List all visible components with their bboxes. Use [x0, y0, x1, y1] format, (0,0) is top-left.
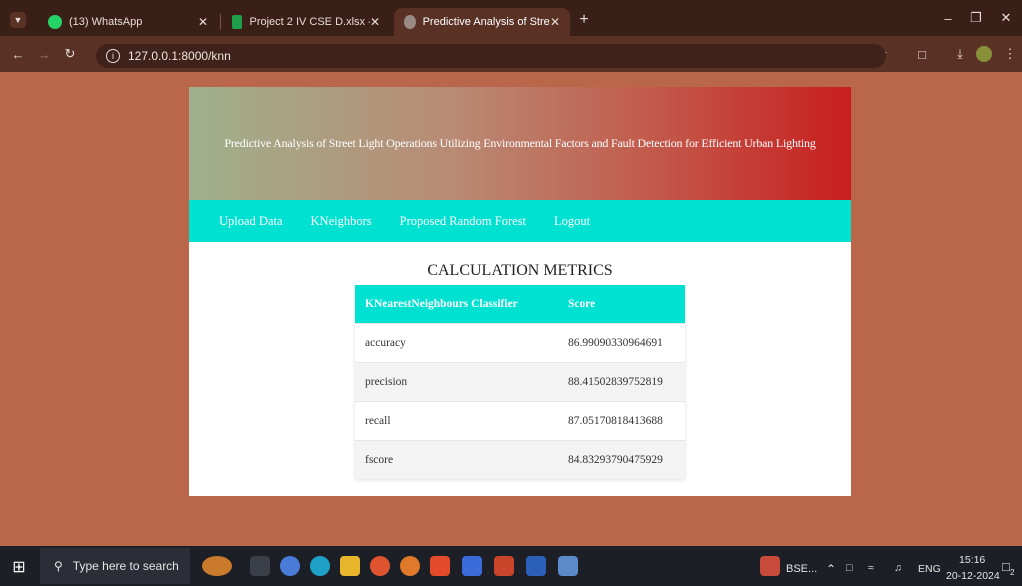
notification-badge: 2	[1010, 568, 1015, 577]
search-icon: ⚲	[54, 559, 63, 573]
url-bar[interactable]: i 127.0.0.1:8000/knn	[96, 44, 886, 68]
file-explorer-icon[interactable]	[340, 556, 360, 576]
taskbar-search-box[interactable]: ⚲ Type here to search	[40, 548, 190, 584]
nav-kneighbors[interactable]: KNeighbors	[311, 214, 372, 229]
tab-title: Predictive Analysis of Street Lig	[422, 16, 550, 28]
search-placeholder: Type here to search	[72, 559, 179, 573]
metric-score: 87.05170818413688	[558, 400, 685, 440]
download-icon[interactable]: ⤓	[952, 46, 968, 62]
new-tab-button[interactable]: +	[576, 11, 592, 28]
metric-score: 88.41502839752819	[558, 361, 685, 401]
windows-start-icon[interactable]: ⊞	[8, 556, 30, 578]
word-icon[interactable]	[526, 556, 546, 576]
metric-score: 84.83293790475929	[558, 439, 685, 479]
app-icon[interactable]	[558, 556, 578, 576]
page-title: Predictive Analysis of Street Light Oper…	[224, 136, 816, 150]
app-icon[interactable]	[462, 556, 482, 576]
tab-whatsapp[interactable]: (13) WhatsApp ✕	[38, 8, 218, 36]
powerpoint-icon[interactable]	[494, 556, 514, 576]
forward-icon[interactable]: →	[36, 46, 52, 62]
profile-avatar-icon[interactable]	[976, 46, 992, 62]
sheets-icon	[232, 15, 243, 29]
site-info-icon[interactable]: i	[106, 49, 120, 63]
nav-upload-data[interactable]: Upload Data	[219, 214, 283, 229]
extensions-icon[interactable]: □	[914, 46, 930, 62]
tab-search-icon[interactable]: ▼	[10, 12, 26, 28]
close-icon[interactable]: ✕	[550, 15, 560, 29]
stock-icon[interactable]	[760, 556, 780, 576]
main-nav: Upload Data KNeighbors Proposed Random F…	[189, 200, 851, 242]
column-header-classifier: KNearestNeighbours Classifier	[355, 285, 558, 323]
close-icon[interactable]: ✕	[370, 15, 380, 29]
wifi-icon[interactable]: ≈	[868, 562, 874, 574]
search-app-icon[interactable]	[400, 556, 420, 576]
nav-logout[interactable]: Logout	[554, 214, 590, 229]
metric-name: fscore	[355, 439, 558, 479]
table-row: accuracy 86.99090330964691	[355, 322, 685, 362]
brave-icon[interactable]	[430, 556, 450, 576]
browser-tab-bar: ▼ (13) WhatsApp ✕ Project 2 IV CSE D.xls…	[0, 0, 1022, 36]
minimize-icon[interactable]: –	[938, 10, 958, 26]
table-row: precision 88.41502839752819	[355, 361, 685, 401]
tab-google-sheets[interactable]: Project 2 IV CSE D.xlsx - Google ✕	[222, 8, 390, 36]
header-banner: Predictive Analysis of Street Light Oper…	[189, 87, 851, 200]
tray-chevron-icon[interactable]: ⌃	[826, 562, 836, 576]
tab-title: (13) WhatsApp	[69, 16, 143, 28]
content-card: Predictive Analysis of Street Light Oper…	[189, 87, 851, 496]
close-window-icon[interactable]: ✕	[996, 10, 1016, 26]
metric-name: accuracy	[355, 322, 558, 362]
table-row: recall 87.05170818413688	[355, 400, 685, 440]
metric-name: precision	[355, 361, 558, 401]
table-header-row: KNearestNeighbours Classifier Score	[355, 285, 685, 323]
metrics-heading: CALCULATION METRICS	[427, 262, 613, 279]
tab-predictive-analysis[interactable]: Predictive Analysis of Street Lig ✕	[394, 8, 570, 36]
clock-date[interactable]: 20-12-2024	[946, 570, 1000, 582]
tab-divider	[220, 14, 221, 30]
chrome-icon[interactable]	[370, 556, 390, 576]
clock-time[interactable]: 15:16	[959, 554, 985, 566]
tab-title: Project 2 IV CSE D.xlsx - Google	[249, 16, 369, 28]
nav-proposed-random-forest[interactable]: Proposed Random Forest	[400, 214, 526, 229]
reload-icon[interactable]: ↻	[62, 46, 78, 62]
language-indicator[interactable]: ENG	[918, 563, 941, 575]
metric-score: 86.99090330964691	[558, 322, 685, 362]
back-icon[interactable]: ←	[10, 46, 26, 62]
metric-name: recall	[355, 400, 558, 440]
volume-icon[interactable]: ♫	[894, 562, 902, 574]
copilot-icon[interactable]	[280, 556, 300, 576]
restore-icon[interactable]: ❐	[966, 10, 986, 26]
news-widget-icon[interactable]	[202, 556, 232, 576]
task-view-icon[interactable]	[250, 556, 270, 576]
whatsapp-icon	[48, 15, 62, 29]
url-text: 127.0.0.1:8000/knn	[128, 49, 231, 63]
column-header-score: Score	[558, 285, 685, 323]
close-icon[interactable]: ✕	[198, 15, 208, 29]
network-icon[interactable]: □	[846, 562, 852, 574]
stock-text[interactable]: BSE...	[786, 563, 817, 575]
menu-kebab-icon[interactable]: ⋮	[1004, 46, 1017, 62]
globe-icon	[404, 15, 416, 29]
metrics-table: KNearestNeighbours Classifier Score accu…	[355, 285, 685, 479]
edge-icon[interactable]	[310, 556, 330, 576]
notification-icon[interactable]: □	[1002, 559, 1010, 574]
table-row: fscore 84.83293790475929	[355, 439, 685, 479]
